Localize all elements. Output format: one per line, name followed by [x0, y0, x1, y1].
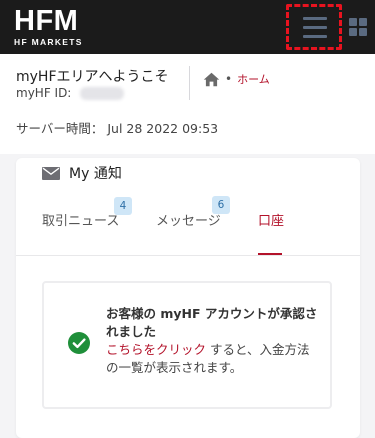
messages-count-badge: 6	[212, 196, 230, 214]
home-icon[interactable]	[203, 72, 220, 87]
tab-account[interactable]: 口座	[258, 210, 284, 230]
tab-label: メッセージ	[156, 214, 221, 229]
tab-trade-news[interactable]: 取引ニュース	[42, 210, 119, 230]
server-time-value: Jul 28 2022 09:53	[107, 121, 219, 136]
tabs-divider	[16, 255, 360, 256]
notice-text: お客様の myHF アカウントが承認されました こちらをクリック すると、入金方法…	[106, 305, 318, 377]
logo-text: HFM	[14, 5, 79, 37]
hamburger-menu-icon[interactable]	[286, 4, 342, 50]
server-time: サーバー時間： Jul 28 2022 09:53	[16, 118, 218, 137]
myhf-id-label: myHF ID:	[16, 86, 72, 100]
notice-title: お客様の myHF アカウントが承認されました	[106, 306, 318, 339]
trade-news-count-badge: 4	[114, 197, 132, 215]
mail-icon	[42, 166, 60, 180]
header-divider	[189, 66, 190, 100]
tab-label: 口座	[258, 214, 285, 229]
breadcrumb-separator: •	[225, 72, 233, 86]
apps-grid-icon[interactable]	[349, 18, 367, 36]
tab-label: 取引ニュース	[42, 214, 120, 229]
notifications-card: My 通知 取引ニュース 4 メッセージ 6 口座 お客様の myHF アカウン…	[16, 158, 360, 438]
logo-subtext: HF MARKETS	[14, 37, 83, 47]
top-navigation-bar: HFM HF MARKETS	[0, 0, 375, 54]
welcome-text: myHFエリアへようこそ	[16, 69, 169, 85]
check-circle-icon	[68, 332, 90, 354]
breadcrumb-home-link[interactable]: ホーム	[237, 71, 270, 87]
tab-messages[interactable]: メッセージ	[156, 210, 221, 230]
myhf-id-value-redacted	[80, 87, 124, 100]
account-approved-notice: お客様の myHF アカウントが承認されました こちらをクリック すると、入金方法…	[42, 281, 332, 409]
click-here-link[interactable]: こちらをクリック	[106, 342, 206, 357]
card-title: My 通知	[42, 164, 122, 182]
server-time-label: サーバー時間：	[16, 121, 104, 136]
hfm-logo[interactable]: HFM HF MARKETS	[14, 6, 104, 50]
page-header: myHFエリアへようこそ myHF ID: • ホーム サーバー時間： Jul …	[0, 54, 375, 154]
card-title-text: My 通知	[69, 166, 122, 182]
breadcrumb: • ホーム	[203, 70, 270, 88]
